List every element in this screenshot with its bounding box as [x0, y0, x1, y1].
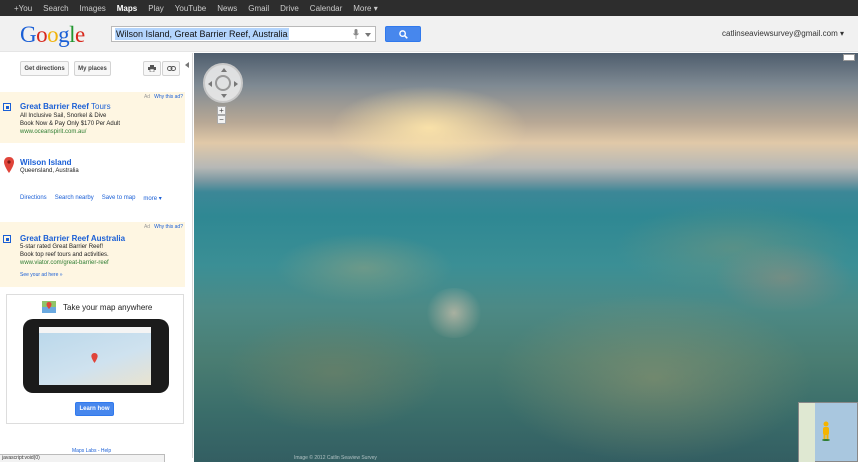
pan-up-icon[interactable]	[221, 68, 227, 72]
save-to-map-link[interactable]: Save to map	[102, 195, 136, 202]
pan-right-icon[interactable]	[234, 81, 238, 87]
ad-label: Ad Why this ad?	[143, 224, 183, 230]
learn-how-button[interactable]: Learn how	[75, 402, 114, 416]
get-directions-button[interactable]: Get directions	[20, 61, 69, 76]
mini-map[interactable]	[798, 402, 858, 462]
link-button[interactable]	[162, 61, 180, 76]
search-query-text: Wilson Island, Great Barrier Reef, Austr…	[115, 28, 289, 40]
place-actions: Directions Search nearby Save to map mor…	[20, 195, 162, 202]
search-nearby-link[interactable]: Search nearby	[55, 195, 94, 202]
google-maps-logo-icon	[42, 301, 56, 313]
microphone-icon[interactable]	[353, 29, 359, 39]
directions-link[interactable]: Directions	[20, 195, 47, 202]
ad-line-2: Book Now & Pay Only $170 Per Adult	[20, 121, 121, 127]
compass-icon	[215, 75, 231, 91]
fullscreen-button[interactable]	[843, 54, 855, 61]
why-this-ad-link[interactable]: Why this ad?	[154, 224, 183, 230]
search-dropdown-icon[interactable]	[365, 33, 371, 37]
pegman-icon[interactable]	[821, 421, 831, 441]
nav-gmail[interactable]: Gmail	[248, 4, 269, 13]
nav-more[interactable]: More ▾	[353, 4, 377, 13]
more-link[interactable]: more ▾	[143, 195, 161, 202]
nav-calendar[interactable]: Calendar	[310, 4, 342, 13]
ad-title[interactable]: Great Barrier Reef Australia	[20, 234, 125, 243]
ad-url[interactable]: www.viator.com/great-barrier-reef	[20, 260, 109, 266]
pan-left-icon[interactable]	[208, 81, 212, 87]
ad-info-icon	[3, 103, 11, 111]
pan-down-icon[interactable]	[221, 94, 227, 98]
ad-line-1: All Inclusive Sail, Snorkel & Dive	[20, 113, 107, 119]
pan-control[interactable]	[203, 63, 243, 103]
google-logo[interactable]: Google	[20, 22, 85, 48]
link-icon	[166, 66, 176, 71]
place-name[interactable]: Wilson Island	[20, 158, 72, 167]
nav-news[interactable]: News	[217, 4, 237, 13]
nav-youtube[interactable]: YouTube	[175, 4, 206, 13]
map-pin-icon	[91, 353, 98, 363]
search-button[interactable]	[385, 26, 421, 42]
nav-plus-you[interactable]: +You	[14, 4, 32, 13]
place-address: Queensland, Australia	[20, 168, 79, 174]
collapse-panel-icon[interactable]	[185, 62, 189, 68]
header: Google Wilson Island, Great Barrier Reef…	[0, 16, 858, 52]
imagery-copyright: Image © 2012 Catlin Seaview Survey	[294, 455, 377, 461]
map-pin-icon[interactable]	[4, 157, 14, 173]
ad-title[interactable]: Great Barrier Reef Tours	[20, 102, 111, 111]
browser-status-bar: javascript:void(0)	[0, 454, 165, 462]
nav-search[interactable]: Search	[43, 4, 68, 13]
search-icon	[399, 30, 408, 39]
promo-title: Take your map anywhere	[63, 303, 153, 312]
why-this-ad-link[interactable]: Why this ad?	[154, 94, 183, 100]
mobile-promo: Take your map anywhere Learn how	[6, 294, 184, 424]
phone-screen	[39, 327, 151, 385]
account-email[interactable]: catlinseaviewsurvey@gmail.com ▾	[722, 29, 844, 38]
ad-label: Ad Why this ad?	[143, 94, 183, 100]
ad-line-1: 5-star rated Great Barrier Reef!	[20, 244, 104, 250]
sponsored-ad-1[interactable]: Ad Why this ad? Great Barrier Reef Tours …	[0, 92, 185, 143]
street-view-panorama[interactable]: + − Image © 2012 Catlin Seaview Survey	[194, 53, 858, 462]
nav-maps[interactable]: Maps	[117, 4, 137, 13]
phone-image	[23, 319, 169, 393]
google-bar: +You Search Images Maps Play YouTube New…	[0, 0, 858, 16]
nav-play[interactable]: Play	[148, 4, 164, 13]
my-places-button[interactable]: My places	[74, 61, 111, 76]
zoom-out-button[interactable]: −	[217, 115, 226, 124]
ad-url[interactable]: www.oceanspirit.com.au/	[20, 129, 86, 135]
nav-images[interactable]: Images	[80, 4, 106, 13]
ad-info-icon	[3, 235, 11, 243]
ad-line-2: Book top reef tours and activities.	[20, 252, 109, 258]
sponsored-ad-2[interactable]: Ad Why this ad? Great Barrier Reef Austra…	[0, 222, 185, 287]
search-input[interactable]: Wilson Island, Great Barrier Reef, Austr…	[111, 26, 376, 42]
zoom-in-button[interactable]: +	[217, 106, 226, 115]
nav-drive[interactable]: Drive	[280, 4, 299, 13]
left-panel: Get directions My places Ad Why this ad? …	[0, 53, 193, 458]
print-icon	[148, 65, 156, 72]
see-your-ad-link[interactable]: See your ad here »	[20, 272, 63, 278]
print-button[interactable]	[143, 61, 161, 76]
